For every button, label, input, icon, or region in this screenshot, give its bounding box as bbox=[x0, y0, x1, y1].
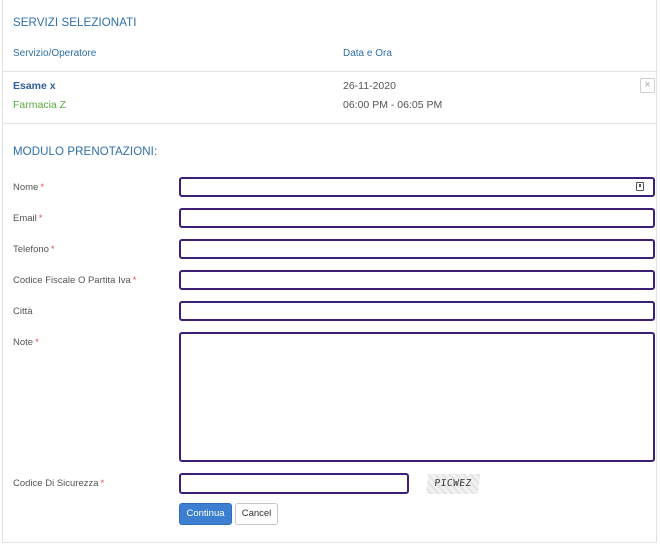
note-textarea[interactable] bbox=[181, 334, 653, 460]
note-field[interactable] bbox=[179, 332, 655, 462]
nome-field[interactable] bbox=[179, 177, 655, 197]
required-marker: * bbox=[50, 244, 55, 255]
close-icon: × bbox=[644, 79, 651, 91]
captcha-field[interactable] bbox=[179, 473, 409, 494]
continue-button[interactable]: Continua bbox=[179, 503, 232, 525]
divider bbox=[3, 71, 658, 72]
required-marker: * bbox=[100, 478, 105, 489]
nome-input[interactable] bbox=[181, 179, 653, 195]
telefono-input[interactable] bbox=[181, 241, 653, 257]
captcha-label: Codice Di Sicurezza * bbox=[13, 478, 105, 489]
note-label: Note * bbox=[13, 337, 39, 348]
codice-fiscale-field[interactable] bbox=[179, 270, 655, 290]
service-operator-header: Servizio/Operatore bbox=[13, 48, 97, 59]
required-marker: * bbox=[38, 213, 43, 224]
telefono-field[interactable] bbox=[179, 239, 655, 259]
required-marker: * bbox=[35, 337, 39, 348]
service-name: Esame x bbox=[13, 80, 56, 92]
selected-services-title: SERVIZI SELEZIONATI bbox=[13, 17, 137, 29]
email-label: Email * bbox=[13, 213, 43, 224]
cancel-button[interactable]: Cancel bbox=[235, 503, 278, 525]
email-field[interactable] bbox=[179, 208, 655, 228]
booking-form-title: MODULO PRENOTAZIONI: bbox=[13, 146, 158, 158]
required-marker: * bbox=[132, 275, 137, 286]
captcha-input[interactable] bbox=[181, 475, 407, 492]
datetime-header: Data e Ora bbox=[343, 48, 392, 59]
nome-label: Nome * bbox=[13, 182, 45, 193]
required-marker: * bbox=[40, 182, 45, 193]
service-time: 06:00 PM - 06:05 PM bbox=[343, 99, 443, 111]
contact-card-icon bbox=[636, 182, 644, 191]
telefono-label: Telefono * bbox=[13, 244, 55, 255]
codice-fiscale-input[interactable] bbox=[181, 272, 653, 288]
operator-name: Farmacia Z bbox=[13, 99, 67, 111]
citta-field[interactable] bbox=[179, 301, 655, 321]
citta-label: Città bbox=[13, 306, 33, 317]
divider bbox=[3, 123, 658, 124]
remove-service-button[interactable]: × bbox=[640, 78, 655, 93]
captcha-image: PICWEZ bbox=[425, 474, 481, 494]
citta-input[interactable] bbox=[181, 303, 653, 319]
service-date: 26-11-2020 bbox=[343, 80, 396, 92]
booking-card: SERVIZI SELEZIONATI Servizio/Operatore D… bbox=[2, 0, 658, 543]
codice-fiscale-label: Codice Fiscale O Partita Iva * bbox=[13, 275, 137, 286]
email-input[interactable] bbox=[181, 210, 653, 226]
